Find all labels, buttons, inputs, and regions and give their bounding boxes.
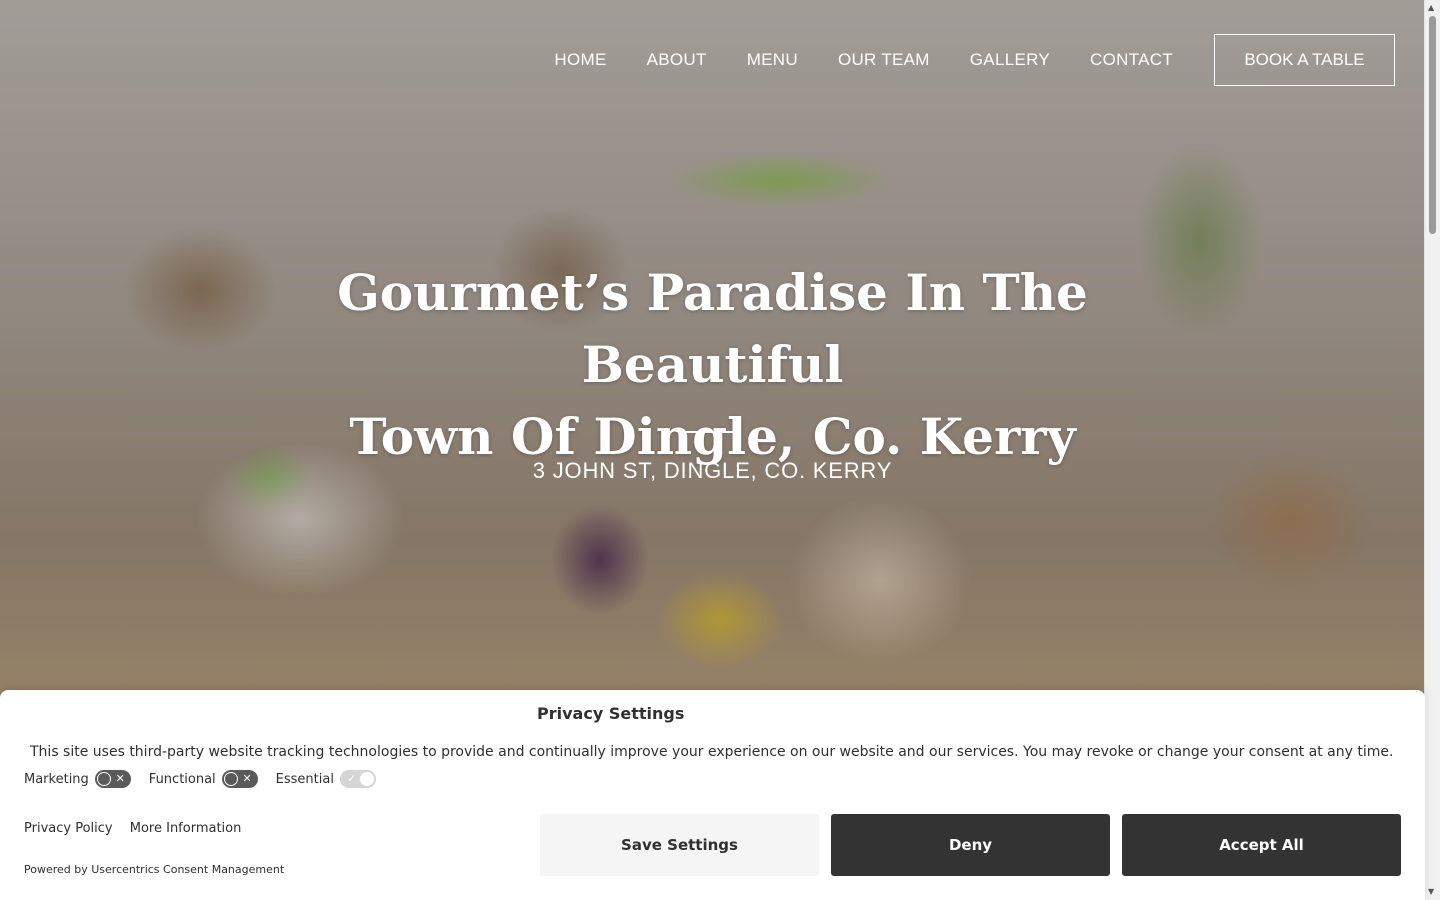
- close-icon: ✕: [242, 772, 252, 785]
- nav-about[interactable]: ABOUT: [647, 50, 707, 70]
- hero-headline-line1: Gourmet’s Paradise In The Beautiful: [337, 263, 1088, 394]
- hero-address: 3 JOHN ST, DINGLE, CO. KERRY: [532, 458, 893, 483]
- main-navigation: HOME ABOUT MENU OUR TEAM GALLERY CONTACT…: [554, 34, 1395, 86]
- nav-contact[interactable]: CONTACT: [1090, 50, 1173, 70]
- close-icon: ✕: [115, 772, 125, 785]
- essential-toggle-label: Essential: [275, 771, 334, 787]
- accept-all-button[interactable]: Accept All: [1122, 814, 1401, 876]
- hero-headline: Gourmet’s Paradise In The Beautiful Town…: [200, 257, 1225, 473]
- privacy-banner: Privacy Settings This site uses third-pa…: [0, 690, 1425, 900]
- scrollbar-thumb[interactable]: [1429, 16, 1436, 234]
- scroll-up-arrow-icon[interactable]: ▲: [1428, 4, 1434, 12]
- marketing-toggle[interactable]: ✕: [94, 770, 131, 788]
- scroll-down-arrow-icon[interactable]: ▼: [1428, 888, 1434, 896]
- essential-toggle: ✓: [339, 770, 376, 788]
- powered-by-text: Powered by Usercentrics Consent Manageme…: [24, 863, 285, 876]
- toggle-knob: [359, 772, 374, 786]
- privacy-description: This site uses third-party website track…: [30, 744, 1394, 760]
- privacy-policy-link[interactable]: Privacy Policy: [24, 821, 113, 836]
- nav-home[interactable]: HOME: [554, 50, 606, 70]
- privacy-links: Privacy Policy More Information: [24, 821, 254, 836]
- check-icon: ✓: [346, 772, 357, 785]
- deny-button[interactable]: Deny: [831, 814, 1110, 876]
- toggle-knob: [96, 772, 111, 786]
- functional-toggle[interactable]: ✕: [221, 770, 258, 788]
- nav-menu[interactable]: MENU: [747, 50, 798, 70]
- toggle-knob: [223, 772, 238, 786]
- more-information-link[interactable]: More Information: [130, 821, 242, 836]
- functional-toggle-label: Functional: [148, 771, 216, 787]
- privacy-title: Privacy Settings: [537, 704, 685, 723]
- save-settings-button[interactable]: Save Settings: [540, 814, 819, 876]
- book-table-button[interactable]: BOOK A TABLE: [1214, 34, 1395, 86]
- nav-gallery[interactable]: GALLERY: [970, 50, 1050, 70]
- nav-our-team[interactable]: OUR TEAM: [838, 50, 930, 70]
- page-scrollbar[interactable]: ▲ ▼: [1424, 0, 1440, 900]
- marketing-toggle-label: Marketing: [24, 771, 89, 787]
- hero-divider: [686, 431, 740, 433]
- consent-toggles: Marketing ✕ Functional ✕ Essential ✓: [24, 770, 394, 788]
